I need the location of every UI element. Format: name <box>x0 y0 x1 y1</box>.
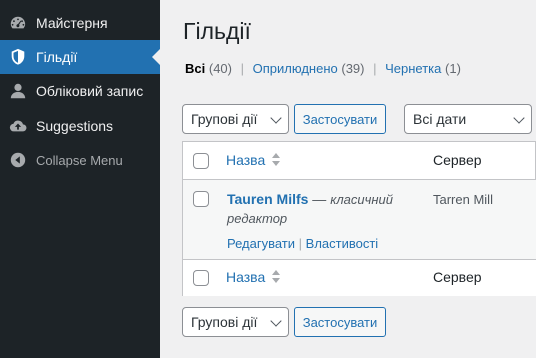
filter-all-count: (40) <box>208 61 232 76</box>
date-filter-select[interactable]: Всі дати <box>404 104 532 134</box>
collapse-menu-button[interactable]: Collapse Menu <box>0 143 160 177</box>
bulk-actions-value: Групові дії <box>191 111 258 127</box>
sidebar-item-label: Гільдії <box>36 49 78 65</box>
sort-icon <box>271 153 281 167</box>
table-header-row: Назва Сервер <box>183 142 536 180</box>
row-actions: Редагувати | Властивості <box>227 236 379 251</box>
filter-all[interactable]: Всі <box>185 61 205 76</box>
status-filters: Всі (40) | Оприлюднено (39) | Чернетка (… <box>185 61 461 76</box>
filter-published-count: (39) <box>341 61 365 76</box>
date-filter-value: Всі дати <box>413 111 467 127</box>
sidebar-item-guilds[interactable]: Гільдії <box>0 40 160 74</box>
bulk-actions-value: Групові дії <box>191 314 258 330</box>
sidebar-item-suggestions[interactable]: Suggestions <box>0 109 160 143</box>
chevron-down-icon <box>270 315 282 327</box>
select-all-checkbox[interactable] <box>193 153 209 169</box>
chevron-down-icon <box>270 112 282 124</box>
sort-icon <box>271 270 281 284</box>
select-all-checkbox-footer[interactable] <box>193 270 209 286</box>
filter-draft[interactable]: Чернетка <box>385 61 441 76</box>
filter-draft-count: (1) <box>445 61 461 76</box>
dashboard-icon <box>8 13 28 33</box>
sidebar-item-label: Майстерня <box>36 15 108 31</box>
row-title-link[interactable]: Tauren Milfs <box>227 191 308 207</box>
user-icon <box>8 81 28 101</box>
apply-button-bottom[interactable]: Застосувати <box>294 307 386 337</box>
sidebar-item-label: Обліковий запис <box>36 83 144 99</box>
chevron-down-icon <box>513 112 525 124</box>
sidebar-item-dashboard[interactable]: Майстерня <box>0 6 160 40</box>
guilds-table: Назва Сервер Tauren Milfs — класичний ре… <box>182 141 536 296</box>
cloud-upload-icon <box>8 116 28 136</box>
table-row: Tauren Milfs — класичний редактор Редагу… <box>183 180 536 259</box>
main-content: Гільдії Всі (40) | Оприлюднено (39) | Че… <box>160 0 536 358</box>
bulk-actions-select-top[interactable]: Групові дії <box>182 104 289 134</box>
active-indicator <box>152 49 160 65</box>
collapse-menu-label: Collapse Menu <box>36 152 123 168</box>
edit-link[interactable]: Редагувати <box>227 236 295 251</box>
apply-button-top[interactable]: Застосувати <box>294 104 386 134</box>
sidebar-item-account[interactable]: Обліковий запис <box>0 74 160 108</box>
row-title-cell: Tauren Milfs — класичний редактор <box>227 191 393 226</box>
filter-published[interactable]: Оприлюднено <box>253 61 338 76</box>
row-checkbox[interactable] <box>193 191 209 207</box>
column-title-sort-footer[interactable]: Назва <box>226 269 281 285</box>
row-server: Tarren Mill <box>433 192 493 207</box>
quick-edit-link[interactable]: Властивості <box>306 236 379 251</box>
column-server-footer: Сервер <box>433 269 482 285</box>
shield-icon <box>8 47 28 67</box>
column-title-sort[interactable]: Назва <box>226 152 281 168</box>
collapse-icon <box>8 150 28 170</box>
column-server: Сервер <box>433 152 482 168</box>
table-footer-row: Назва Сервер <box>183 259 536 296</box>
sidebar-item-label: Suggestions <box>36 118 114 134</box>
bulk-actions-select-bottom[interactable]: Групові дії <box>182 307 289 337</box>
page-title: Гільдії <box>183 18 251 44</box>
admin-sidebar: Майстерня Гільдії Обліковий запис Sugges… <box>0 0 160 358</box>
